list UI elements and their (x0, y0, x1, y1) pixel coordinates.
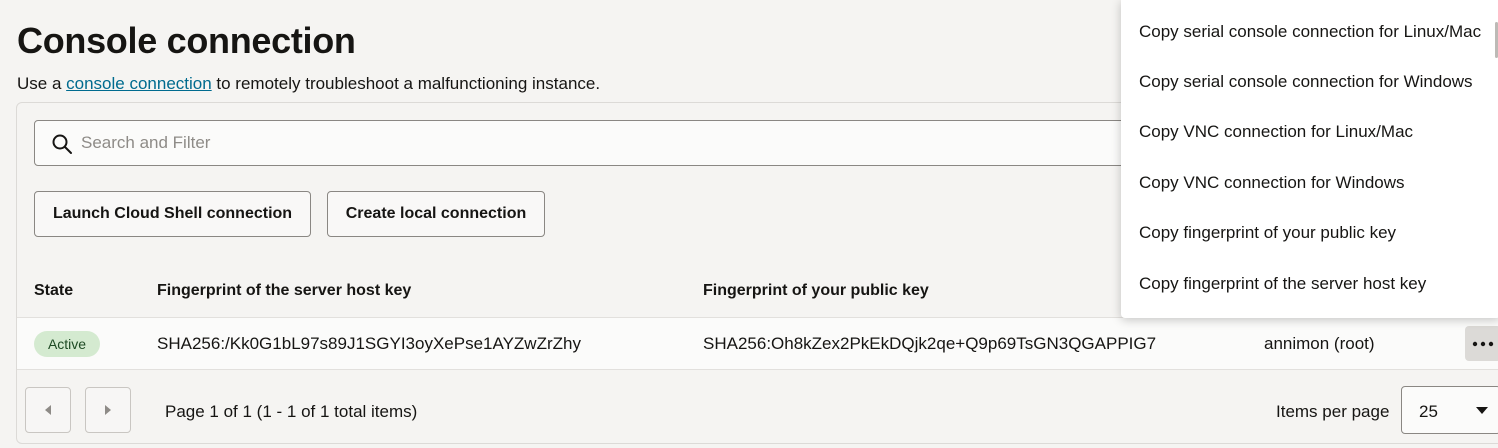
previous-page-button[interactable] (25, 387, 71, 433)
search-filter-box[interactable] (34, 120, 1134, 166)
status-badge: Active (34, 331, 100, 357)
subtitle-prefix: Use a (17, 74, 67, 93)
more-options-icon (1472, 341, 1494, 346)
items-per-page-select[interactable]: 25 (1401, 386, 1498, 434)
row-actions-menu: Copy serial console connection for Linux… (1121, 0, 1498, 318)
table-divider (17, 369, 1498, 370)
items-per-page-label: Items per page (1276, 402, 1390, 421)
column-header-public-fingerprint[interactable]: Fingerprint of your public key (703, 282, 929, 300)
create-local-connection-button[interactable]: Create local connection (327, 191, 545, 237)
pagination-info: Page 1 of 1 (1 - 1 of 1 total items) (165, 402, 418, 421)
user-cell: annimon (root) (1264, 334, 1375, 353)
search-input[interactable] (81, 121, 981, 165)
items-per-page-value: 25 (1419, 402, 1438, 421)
menu-item-copy-serial-linux[interactable]: Copy serial console connection for Linux… (1139, 22, 1481, 42)
public-fingerprint-cell: SHA256:Oh8kZex2PkEkDQjk2qe+Q9p69TsGN3QGA… (703, 334, 1157, 353)
page-title: Console connection (17, 20, 356, 61)
menu-item-copy-public-fingerprint[interactable]: Copy fingerprint of your public key (1139, 223, 1396, 243)
column-header-state[interactable]: State (34, 282, 73, 300)
launch-cloud-shell-button[interactable]: Launch Cloud Shell connection (34, 191, 311, 237)
chevron-down-icon (1476, 407, 1488, 414)
next-page-button[interactable] (85, 387, 131, 433)
subtitle-suffix: to remotely troubleshoot a malfunctionin… (211, 74, 601, 93)
server-fingerprint-cell: SHA256:/Kk0G1bL97s89J1SGYI3oyXePse1AYZwZ… (157, 334, 581, 353)
chevron-right-icon (105, 405, 111, 415)
menu-item-copy-serial-windows[interactable]: Copy serial console connection for Windo… (1139, 72, 1473, 92)
page-subtitle: Use a console connection to remotely tro… (17, 74, 600, 94)
menu-item-copy-vnc-linux[interactable]: Copy VNC connection for Linux/Mac (1139, 122, 1413, 142)
chevron-left-icon (45, 405, 51, 415)
menu-item-copy-server-fingerprint[interactable]: Copy fingerprint of the server host key (1139, 274, 1426, 294)
console-connection-link[interactable]: console connection (66, 74, 212, 93)
row-actions-button[interactable] (1465, 326, 1498, 361)
column-header-server-fingerprint[interactable]: Fingerprint of the server host key (157, 282, 411, 300)
console-connection-page: Console connection Use a console connect… (0, 0, 1498, 448)
search-icon (52, 134, 72, 154)
menu-item-copy-vnc-windows[interactable]: Copy VNC connection for Windows (1139, 173, 1405, 193)
